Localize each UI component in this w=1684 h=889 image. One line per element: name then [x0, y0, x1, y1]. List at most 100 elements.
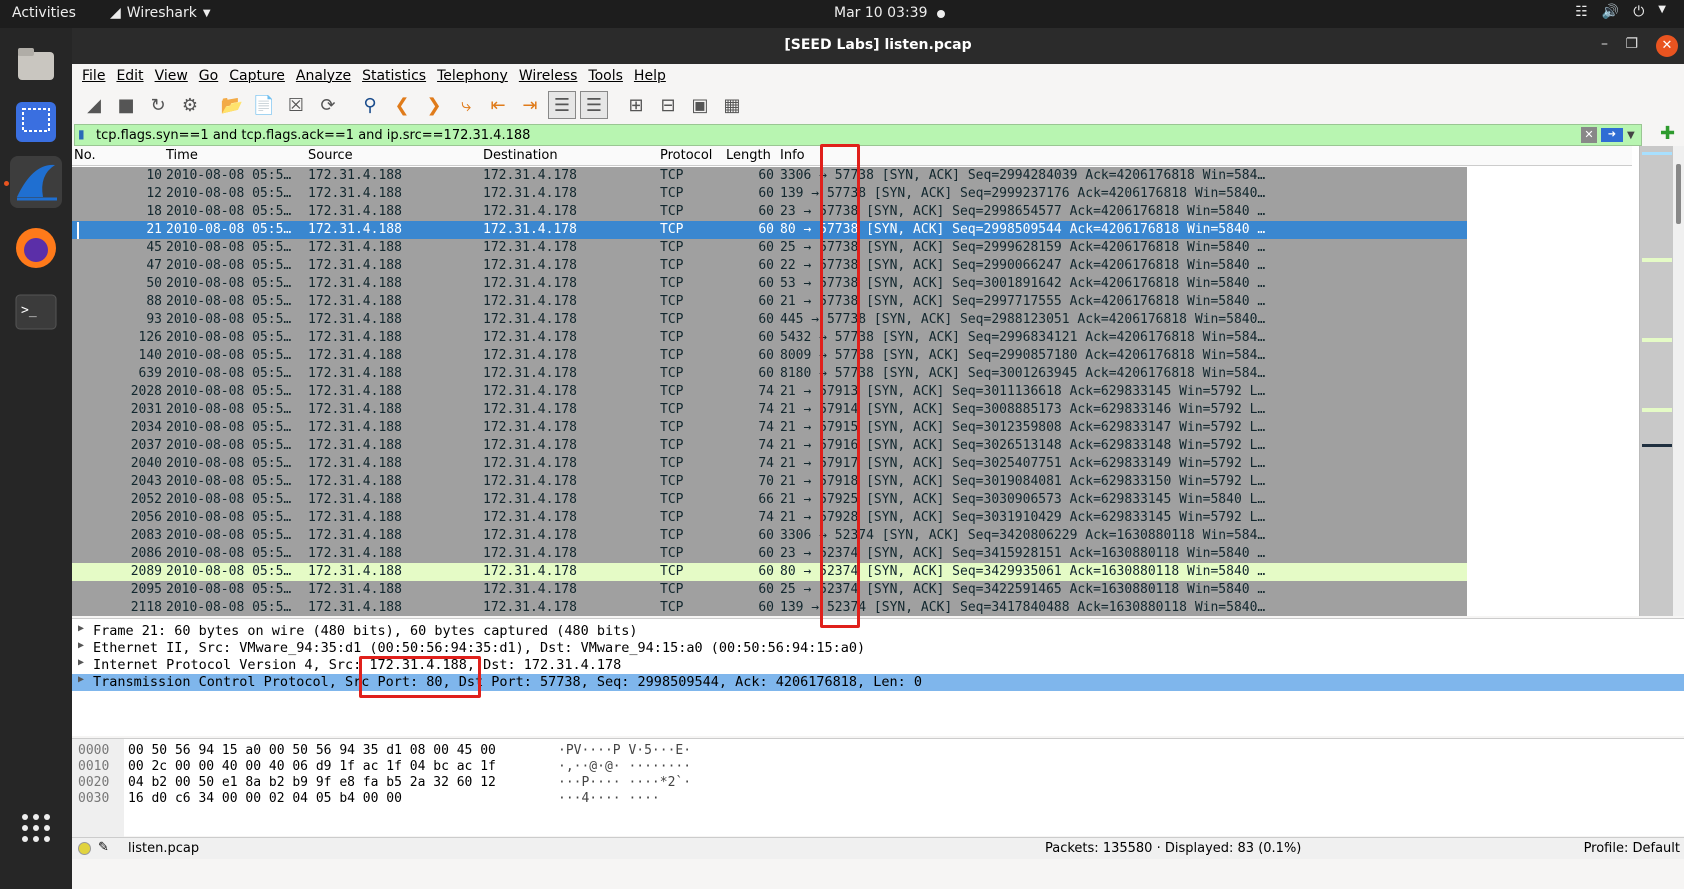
column-protocol[interactable]: Protocol [660, 148, 712, 163]
packet-row[interactable]: 2083 2010-08-08 05:5… 172.31.4.188 172.31.4… [72, 527, 1467, 545]
colorize-icon[interactable]: ☰ [580, 91, 608, 119]
bookmark-icon[interactable]: ▮ [78, 127, 92, 143]
detail-row-ethernet[interactable]: ▶ Ethernet II, Src: VMware_94:35:d1 (00:… [72, 640, 1684, 657]
menu-statistics[interactable]: Statistics [362, 68, 426, 84]
display-filter-input[interactable] [92, 127, 1581, 143]
packet-row[interactable]: 50 2010-08-08 05:5… 172.31.4.188 172.31.4.1… [72, 275, 1467, 293]
restart-capture-icon[interactable]: ↻ [144, 91, 172, 119]
apply-filter-icon[interactable]: ➜ [1601, 128, 1623, 142]
screenshot-launcher[interactable] [10, 96, 62, 148]
power-icon[interactable]: ⏻ [1633, 4, 1644, 20]
packet-row[interactable]: 140 2010-08-08 05:5… 172.31.4.188 172.31.4.… [72, 347, 1467, 365]
show-apps-button[interactable] [10, 802, 62, 854]
menu-wireless[interactable]: Wireless [519, 68, 578, 84]
stop-capture-icon[interactable]: ■ [112, 91, 140, 119]
go-back-icon[interactable]: ❮ [388, 91, 416, 119]
packet-row[interactable]: 2031 2010-08-08 05:5… 172.31.4.188 172.31.4… [72, 401, 1467, 419]
menu-capture[interactable]: Capture [229, 68, 285, 84]
firefox-launcher[interactable] [10, 222, 62, 274]
scrollbar-thumb[interactable] [1676, 164, 1681, 224]
expand-arrow-icon[interactable]: ▶ [78, 640, 84, 651]
packet-row[interactable]: 2118 2010-08-08 05:5… 172.31.4.188 172.31.4… [72, 599, 1467, 616]
terminal-launcher[interactable]: >_ [10, 286, 62, 338]
packet-row[interactable]: 18 2010-08-08 05:5… 172.31.4.188 172.31.4.1… [72, 203, 1467, 221]
column-length[interactable]: Length [726, 148, 771, 163]
menu-view[interactable]: View [155, 68, 188, 84]
packet-row[interactable]: 88 2010-08-08 05:5… 172.31.4.188 172.31.4.1… [72, 293, 1467, 311]
first-packet-icon[interactable]: ⇤ [484, 91, 512, 119]
column-info[interactable]: Info [780, 148, 805, 163]
reload-file-icon[interactable]: ⟳ [314, 91, 342, 119]
normal-size-icon[interactable]: ▣ [686, 91, 714, 119]
network-icon[interactable]: ☷ [1575, 4, 1588, 20]
detail-row-ipv4[interactable]: ▶ Internet Protocol Version 4, Src: 172.… [72, 657, 1684, 674]
packet-row[interactable]: 10 2010-08-08 05:5… 172.31.4.188 172.31.4.1… [72, 167, 1467, 185]
packet-row[interactable]: 45 2010-08-08 05:5… 172.31.4.188 172.31.4.1… [72, 239, 1467, 257]
minimize-icon[interactable]: – [1601, 36, 1608, 52]
packet-row[interactable]: 639 2010-08-08 05:5… 172.31.4.188 172.31.4.… [72, 365, 1467, 383]
capture-options-icon[interactable]: ⚙ [176, 91, 204, 119]
expand-arrow-icon[interactable]: ▶ [78, 657, 84, 668]
filter-history-dropdown-icon[interactable]: ▼ [1627, 130, 1641, 141]
column-destination[interactable]: Destination [483, 148, 558, 163]
packet-row[interactable]: 2040 2010-08-08 05:5… 172.31.4.188 172.31.4… [72, 455, 1467, 473]
menu-tools[interactable]: Tools [588, 68, 623, 84]
last-packet-icon[interactable]: ⇥ [516, 91, 544, 119]
resize-columns-icon[interactable]: ▦ [718, 91, 746, 119]
title-bar[interactable]: [SEED Labs] listen.pcap – ❐ ✕ [72, 28, 1684, 64]
packet-row[interactable]: 2028 2010-08-08 05:5… 172.31.4.188 172.31.4… [72, 383, 1467, 401]
packet-row[interactable]: 2056 2010-08-08 05:5… 172.31.4.188 172.31.4… [72, 509, 1467, 527]
packet-row[interactable]: 2034 2010-08-08 05:5… 172.31.4.188 172.31.4… [72, 419, 1467, 437]
menu-file[interactable]: File [82, 68, 105, 84]
packet-list-scrollbar[interactable] [1673, 146, 1684, 616]
volume-icon[interactable]: 🔊 [1602, 4, 1619, 20]
maximize-icon[interactable]: ❐ [1625, 36, 1638, 52]
status-profile[interactable]: Profile: Default [1584, 841, 1680, 856]
chevron-down-icon[interactable]: ▼ [1658, 4, 1666, 20]
zoom-in-icon[interactable]: ⊞ [622, 91, 650, 119]
activities-button[interactable]: Activities [12, 5, 76, 21]
detail-row-tcp[interactable]: ▶ Transmission Control Protocol, Src Por… [72, 674, 1684, 691]
system-tray[interactable]: ☷ 🔊 ⏻ ▼ [1575, 4, 1666, 20]
close-file-icon[interactable]: ☒ [282, 91, 310, 119]
add-filter-button-icon[interactable]: ✚ [1660, 124, 1680, 144]
capture-comment-icon[interactable]: ✎ [98, 840, 109, 855]
app-menu[interactable]: ◢ Wireshark ▼ [110, 5, 211, 21]
column-no[interactable]: No. [74, 148, 96, 163]
packet-row[interactable]: 2037 2010-08-08 05:5… 172.31.4.188 172.31.4… [72, 437, 1467, 455]
find-packet-icon[interactable]: ⚲ [356, 91, 384, 119]
packet-row[interactable]: 21 2010-08-08 05:5… 172.31.4.188 172.31.4.1… [72, 221, 1467, 240]
expand-arrow-icon[interactable]: ▶ [78, 623, 84, 634]
clear-filter-icon[interactable]: ✕ [1581, 127, 1597, 143]
menu-help[interactable]: Help [634, 68, 666, 84]
menu-analyze[interactable]: Analyze [296, 68, 351, 84]
packet-row[interactable]: 2086 2010-08-08 05:5… 172.31.4.188 172.31.4… [72, 545, 1467, 563]
expand-arrow-icon[interactable]: ▶ [78, 674, 84, 685]
packet-row[interactable]: 2043 2010-08-08 05:5… 172.31.4.188 172.31.4… [72, 473, 1467, 491]
zoom-out-icon[interactable]: ⊟ [654, 91, 682, 119]
start-capture-icon[interactable]: ◢ [80, 91, 108, 119]
menu-telephony[interactable]: Telephony [437, 68, 508, 84]
open-file-icon[interactable]: 📂 [218, 91, 246, 119]
column-source[interactable]: Source [308, 148, 353, 163]
packet-row[interactable]: 2089 2010-08-08 05:5… 172.31.4.188 172.31.4… [72, 563, 1467, 581]
packet-row[interactable]: 12 2010-08-08 05:5… 172.31.4.188 172.31.4.1… [72, 185, 1467, 203]
autoscroll-icon[interactable]: ☰ [548, 91, 576, 119]
files-launcher[interactable] [10, 38, 62, 90]
menu-edit[interactable]: Edit [116, 68, 143, 84]
save-file-icon[interactable]: 📄 [250, 91, 278, 119]
clock[interactable]: Mar 10 03:39 [834, 5, 927, 21]
wireshark-launcher[interactable] [10, 156, 62, 208]
expert-info-icon[interactable] [78, 842, 91, 855]
menu-go[interactable]: Go [199, 68, 218, 84]
go-forward-icon[interactable]: ❯ [420, 91, 448, 119]
detail-row-frame[interactable]: ▶ Frame 21: 60 bytes on wire (480 bits),… [72, 623, 1684, 640]
packet-row[interactable]: 47 2010-08-08 05:5… 172.31.4.188 172.31.4.1… [72, 257, 1467, 275]
packet-minimap[interactable] [1639, 146, 1673, 616]
packet-row[interactable]: 93 2010-08-08 05:5… 172.31.4.188 172.31.4.1… [72, 311, 1467, 329]
packet-row[interactable]: 2095 2010-08-08 05:5… 172.31.4.188 172.31.4… [72, 581, 1467, 599]
column-time[interactable]: Time [166, 148, 198, 163]
packet-row[interactable]: 2052 2010-08-08 05:5… 172.31.4.188 172.31.4… [72, 491, 1467, 509]
packet-row[interactable]: 126 2010-08-08 05:5… 172.31.4.188 172.31.4.… [72, 329, 1467, 347]
go-to-packet-icon[interactable]: ⤷ [452, 91, 480, 119]
